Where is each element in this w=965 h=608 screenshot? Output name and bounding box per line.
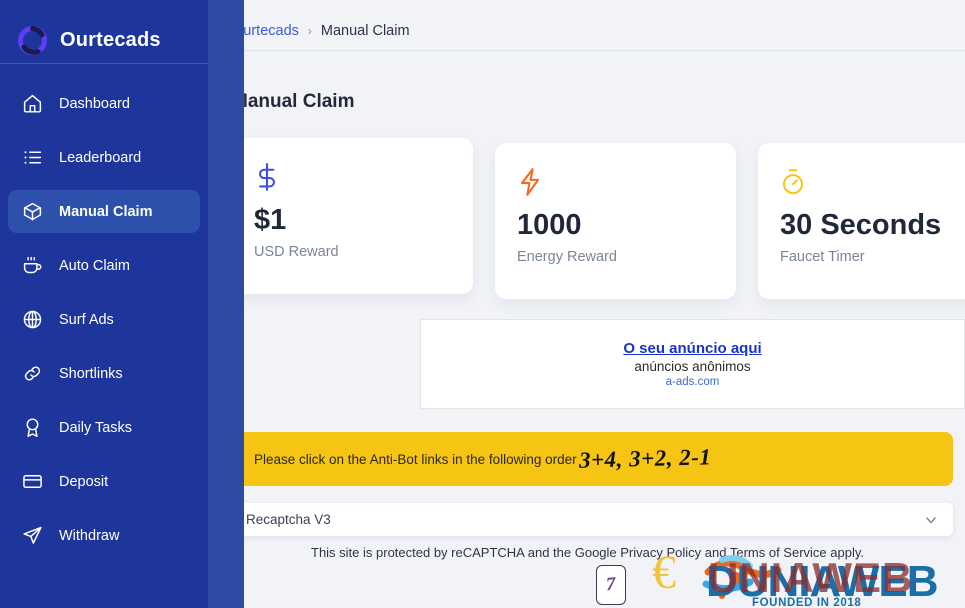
breadcrumb: Ourtecads › Manual Claim (208, 0, 965, 50)
sidebar-item-deposit[interactable]: Deposit (8, 460, 200, 503)
stat-card-value: $1 (254, 204, 287, 236)
captcha-select-wrap: Recaptcha V3 This site is protected by r… (232, 503, 953, 560)
brand[interactable]: Ourtecads (0, 0, 208, 63)
credit-card-icon (21, 471, 43, 493)
sidebar-item-auto-claim[interactable]: Auto Claim (8, 244, 200, 287)
sidebar-item-label: Deposit (59, 473, 109, 490)
sidebar-item-label: Leaderboard (59, 149, 142, 166)
sidebar-item-label: Dashboard (59, 95, 130, 112)
award-icon (21, 417, 43, 439)
breadcrumb-current: Manual Claim (320, 23, 410, 39)
app-root: Ourtecads Dashboard Leaderboard Manual C… (0, 0, 965, 608)
chevron-right-icon: › (307, 24, 312, 38)
antibot-alert-text: Please click on the Anti-Bot links in th… (254, 451, 577, 467)
sidebar-item-label: Shortlinks (59, 365, 123, 382)
antibot-alert: Please click on the Anti-Bot links in th… (232, 432, 953, 486)
sidebar: Ourtecads Dashboard Leaderboard Manual C… (0, 0, 208, 608)
ad-domain[interactable]: a-ads.com (666, 376, 720, 388)
sidebar-item-dashboard[interactable]: Dashboard (8, 82, 200, 125)
stat-card-faucet-timer: 30 Seconds Faucet Timer (758, 143, 965, 299)
list-icon (21, 147, 43, 169)
stat-card-value: 30 Seconds (780, 209, 942, 241)
cube-icon (21, 201, 43, 223)
recaptcha-note: This site is protected by reCAPTCHA and … (311, 545, 864, 560)
stat-card-energy-reward: 1000 Energy Reward (495, 143, 736, 299)
ad-banner[interactable]: O seu anúncio aqui anúncios anônimos a-a… (420, 319, 965, 409)
sidebar-item-shortlinks[interactable]: Shortlinks (8, 352, 200, 395)
sidebar-item-leaderboard[interactable]: Leaderboard (8, 136, 200, 179)
sidebar-item-manual-claim[interactable]: Manual Claim (8, 190, 200, 233)
brand-name: Ourtecads (60, 28, 161, 51)
sidebar-item-label: Daily Tasks (59, 419, 133, 436)
stat-card-value: 1000 (517, 209, 582, 241)
main-wrapper: Ourtecads › Manual Claim Manual Claim $1… (208, 0, 965, 608)
coffee-cup-icon (21, 255, 43, 277)
send-icon (21, 525, 43, 547)
chevron-down-icon[interactable] (923, 512, 939, 528)
stat-card-label: USD Reward (254, 244, 339, 261)
main-content: Ourtecads › Manual Claim Manual Claim $1… (208, 0, 965, 608)
sidebar-item-label: Auto Claim (59, 257, 130, 274)
mini-captcha-value: 7 (605, 573, 617, 596)
captcha-select-value: Recaptcha V3 (246, 512, 331, 527)
sidebar-item-label: Manual Claim (59, 203, 153, 220)
stopwatch-icon (780, 167, 965, 201)
sidebar-item-daily-tasks[interactable]: Daily Tasks (8, 406, 200, 449)
dollar-sign-icon (254, 162, 451, 196)
ad-title-link[interactable]: O seu anúncio aqui (623, 340, 761, 357)
antibot-captcha-code: 3+4, 3+2, 2-1 (578, 444, 712, 473)
page-title: Manual Claim (232, 91, 355, 112)
lightning-icon (517, 167, 714, 201)
stat-card-label: Faucet Timer (780, 249, 865, 266)
sidebar-item-label: Surf Ads (59, 311, 114, 328)
sidebar-nav: Dashboard Leaderboard Manual Claim Auto … (0, 64, 208, 557)
stat-card-label: Energy Reward (517, 249, 617, 266)
ad-row: O seu anúncio aqui anúncios anônimos a-a… (208, 299, 965, 409)
globe-icon (21, 309, 43, 331)
home-icon (21, 93, 43, 115)
sidebar-item-surf-ads[interactable]: Surf Ads (8, 298, 200, 341)
sidebar-accent-strip (208, 0, 244, 608)
link-icon (21, 363, 43, 385)
circle-ring-logo-icon (18, 25, 47, 55)
stat-cards: $1 USD Reward 1000 Energy Reward 30 Seco… (208, 113, 965, 299)
captcha-select[interactable]: Recaptcha V3 (232, 503, 953, 536)
sidebar-item-label: Withdraw (59, 527, 120, 544)
ad-subtitle: anúncios anônimos (634, 359, 751, 374)
stat-card-usd-reward: $1 USD Reward (232, 138, 473, 294)
sidebar-item-withdraw[interactable]: Withdraw (8, 514, 200, 557)
mini-captcha-box: 7 (596, 565, 626, 605)
